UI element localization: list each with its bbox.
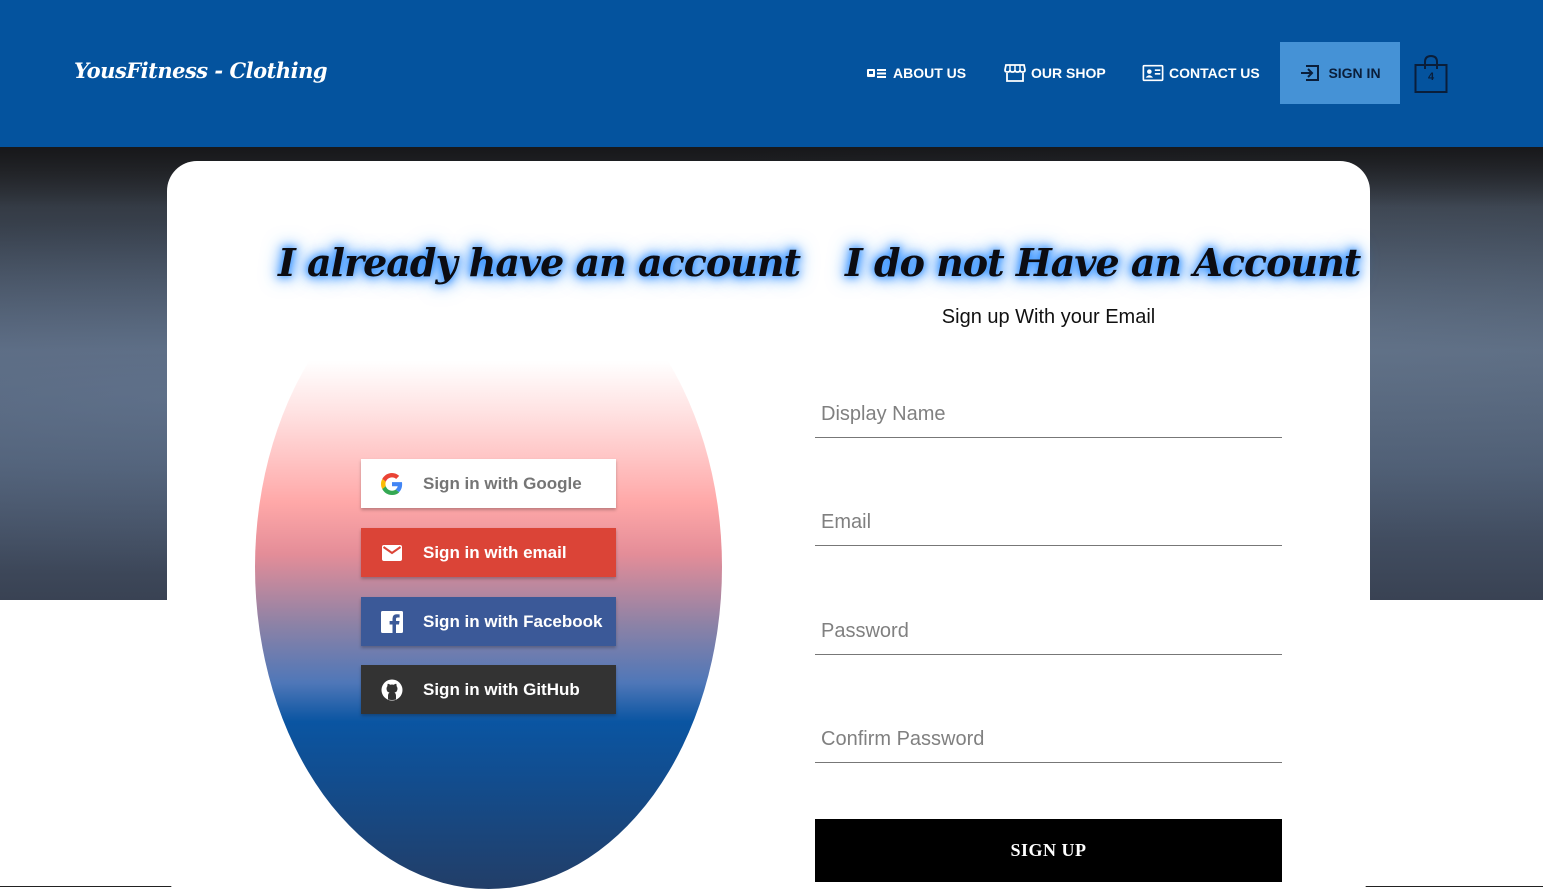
confirm-password-input[interactable] xyxy=(815,703,1282,762)
nav-sign-in-label: SIGN IN xyxy=(1328,65,1381,81)
login-icon xyxy=(1299,63,1321,83)
sign-in-email-button[interactable]: Sign in with email xyxy=(361,528,616,577)
password-input[interactable] xyxy=(815,595,1282,654)
sign-in-google-button[interactable]: Sign in with Google xyxy=(361,459,616,508)
sign-in-github-label: Sign in with GitHub xyxy=(423,679,580,699)
facebook-icon xyxy=(381,610,403,633)
nav-our-shop-label: OUR SHOP xyxy=(1031,65,1106,81)
sign-in-facebook-label: Sign in with Facebook xyxy=(423,611,603,631)
email-input[interactable] xyxy=(815,486,1282,545)
top-navbar: YousFitness - Clothing ABOUT US OUR SHOP xyxy=(0,0,1543,147)
confirm-password-field xyxy=(815,703,1282,763)
storefront-icon xyxy=(1004,63,1026,83)
nav-contact-us[interactable]: CONTACT US xyxy=(1142,62,1260,84)
sign-in-email-label: Sign in with email xyxy=(423,542,567,562)
id-card-icon xyxy=(866,63,888,83)
display-name-input[interactable] xyxy=(815,378,1282,437)
email-field xyxy=(815,486,1282,546)
google-icon xyxy=(381,472,403,495)
display-name-field xyxy=(815,378,1282,438)
sign-up-subheading: Sign up With your Email xyxy=(941,306,1156,328)
sign-in-github-button[interactable]: Sign in with GitHub xyxy=(361,665,616,714)
password-field xyxy=(815,595,1282,655)
brand-logo[interactable]: YousFitness - Clothing xyxy=(74,58,328,83)
sign-in-facebook-button[interactable]: Sign in with Facebook xyxy=(361,597,616,646)
nav-sign-in-button[interactable]: SIGN IN xyxy=(1280,42,1400,104)
cart-count-badge: 4 xyxy=(1427,71,1435,83)
mail-icon xyxy=(381,542,403,564)
nav-about-us-label: ABOUT US xyxy=(893,65,967,81)
sign-in-google-label: Sign in with Google xyxy=(423,473,582,493)
contact-card-icon xyxy=(1142,63,1164,83)
github-icon xyxy=(381,679,403,701)
sign-up-button[interactable]: SIGN UP xyxy=(815,819,1282,882)
nav-about-us[interactable]: ABOUT US xyxy=(866,62,966,84)
sign-in-heading: I already have an account xyxy=(278,240,801,285)
sign-up-heading: I do not Have an Account xyxy=(845,240,1361,285)
cart-button[interactable]: 4 xyxy=(1414,54,1448,94)
nav-contact-us-label: CONTACT US xyxy=(1169,65,1260,81)
nav-our-shop[interactable]: OUR SHOP xyxy=(1004,62,1106,84)
